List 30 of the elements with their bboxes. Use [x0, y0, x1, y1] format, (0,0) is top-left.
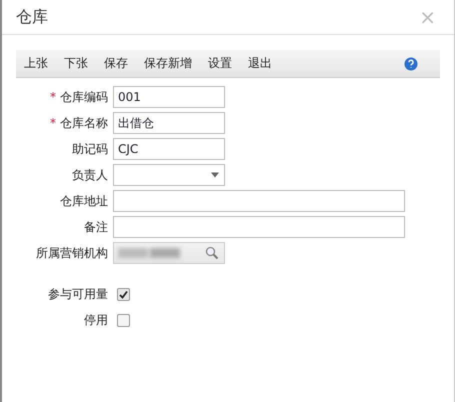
required-mark: *	[50, 116, 56, 130]
toolbar-button[interactable]: 保存新增	[144, 55, 192, 72]
field-label: 仓库编码	[60, 88, 108, 106]
input-field[interactable]: 出借仓	[113, 112, 225, 134]
field-label: 负责人	[72, 166, 108, 184]
input-field[interactable]	[113, 190, 405, 212]
field-label: 所属营销机构	[36, 244, 108, 262]
checkbox[interactable]	[117, 314, 130, 326]
search-icon[interactable]	[205, 246, 219, 260]
dialog-title: 仓库	[16, 6, 48, 28]
caret-icon	[211, 172, 219, 178]
help-icon[interactable]	[404, 56, 418, 70]
required-mark: *	[50, 90, 56, 104]
toolbar-button[interactable]: 保存	[104, 55, 128, 72]
input-field[interactable]	[113, 216, 405, 238]
toolbar-button[interactable]: 退出	[248, 55, 272, 72]
toolbar-button[interactable]: 上张	[24, 55, 48, 72]
field-label: 助记码	[72, 140, 108, 158]
toolbar-button[interactable]: 设置	[208, 55, 232, 72]
input-field[interactable]: CJC	[113, 138, 225, 160]
blurred-value	[116, 246, 182, 260]
field-label: 参与可用量	[48, 286, 108, 302]
select-field[interactable]	[113, 164, 225, 186]
checkbox[interactable]	[117, 288, 130, 300]
input-field[interactable]: 001	[113, 86, 225, 108]
toolbar-button[interactable]: 下张	[64, 55, 88, 72]
field-label: 备注	[84, 218, 108, 236]
field-label: 仓库名称	[60, 114, 108, 132]
field-label: 停用	[84, 312, 108, 328]
field-label: 仓库地址	[60, 192, 108, 210]
